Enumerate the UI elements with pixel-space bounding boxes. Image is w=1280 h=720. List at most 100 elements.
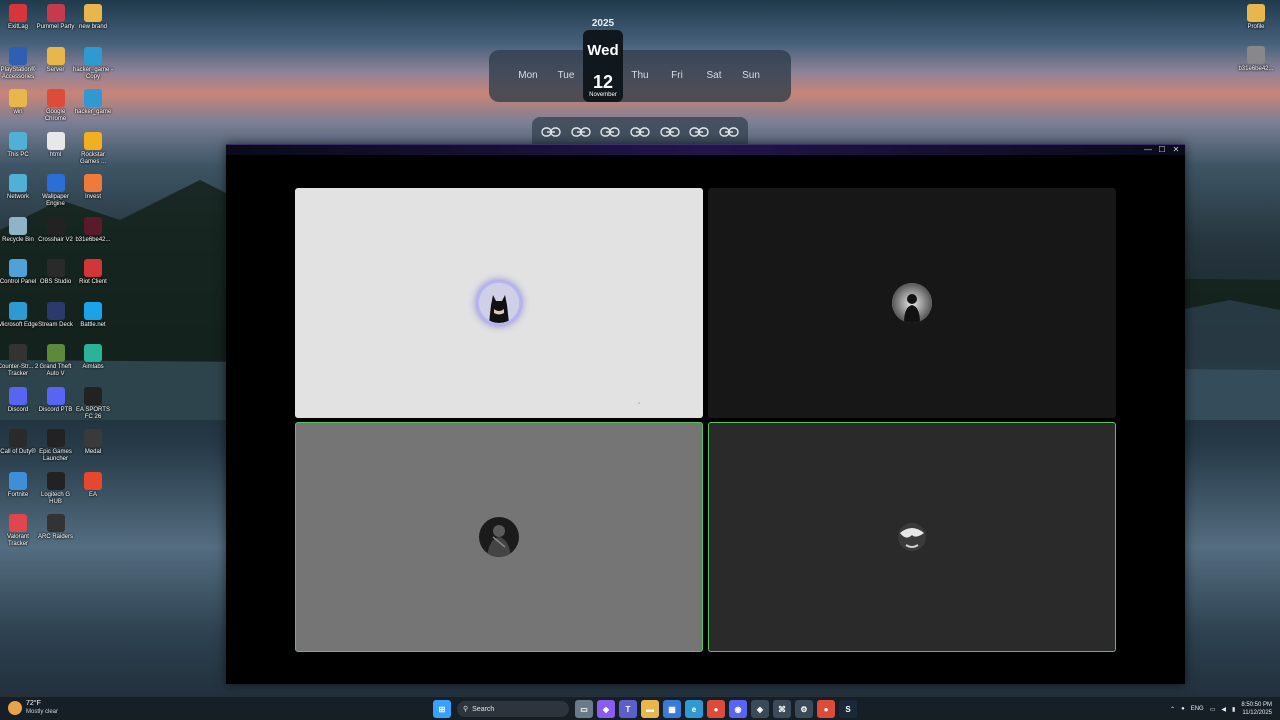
chrome-icon[interactable]: ● — [817, 700, 835, 718]
desktop-icon[interactable]: EA SPORTS FC 26 — [72, 386, 114, 421]
link-icon[interactable] — [689, 126, 710, 138]
desktop-icon[interactable]: Microsoft Edge — [0, 301, 39, 329]
desktop-icon[interactable]: html — [35, 131, 77, 159]
desktop-icon-label: Control Panel — [0, 279, 37, 285]
desktop-icon[interactable]: This PC — [0, 131, 39, 159]
desktop-icon[interactable]: Counter-Str... 2 Tracker — [0, 344, 39, 378]
calendar-today[interactable]: Wed 12 November — [583, 30, 623, 102]
task-view-icon[interactable]: ▭ — [575, 700, 593, 718]
store-icon[interactable]: ▦ — [663, 700, 681, 718]
link-icon[interactable] — [630, 126, 650, 138]
desktop-icon[interactable]: Grand Theft Auto V — [35, 344, 77, 378]
calendar-today-month: November — [589, 92, 617, 98]
desktop-icon[interactable]: Server — [35, 46, 77, 74]
desktop-icon[interactable]: Riot Client — [72, 259, 114, 286]
taskbar-search[interactable]: ⚲ Search — [457, 701, 569, 717]
desktop-icon[interactable]: OBS Studio — [35, 259, 77, 286]
desktop-icon[interactable]: ExitLag — [0, 4, 39, 31]
edge-icon — [84, 89, 102, 107]
desktop-icon-label: Medal — [84, 449, 102, 455]
link-icon[interactable] — [570, 126, 591, 138]
desktop-icon[interactable]: Control Panel — [0, 259, 39, 286]
desktop-icon[interactable]: Invest — [72, 174, 114, 201]
desktop-icon-label: Crosshair V2 — [38, 236, 73, 243]
close-button[interactable]: ✕ — [1169, 145, 1183, 155]
file-explorer-icon[interactable]: ▬ — [641, 700, 659, 718]
teams-icon[interactable]: T — [619, 700, 637, 718]
desktop-icon[interactable]: Valorant Tracker — [0, 514, 39, 548]
copilot-icon[interactable]: ◆ — [597, 700, 615, 718]
desktop-icon[interactable]: EA — [72, 471, 114, 499]
network-icon[interactable]: ▭ — [1210, 706, 1216, 713]
calendar-day-thu[interactable]: Thu — [625, 70, 655, 81]
gamepad-icon[interactable]: ⌘ — [773, 700, 791, 718]
desktop-icon[interactable]: Profile — [1235, 4, 1277, 31]
desktop-icon[interactable]: Medal — [72, 429, 114, 456]
desktop-icon[interactable]: Call of Duty® — [0, 429, 39, 456]
desktop-icon[interactable]: b31e6be42... — [1235, 46, 1277, 73]
discord-icon[interactable]: ◉ — [729, 700, 747, 718]
settings-icon[interactable]: ⚙ — [795, 700, 813, 718]
calendar-day-tue[interactable]: Tue — [551, 70, 581, 81]
desktop-icon[interactable]: win — [0, 89, 39, 116]
desktop-icon-label: Logitech G HUB — [40, 491, 71, 505]
link-icon[interactable] — [600, 126, 620, 138]
desktop-icon[interactable]: Rockstar Games ... — [72, 131, 114, 166]
desktop-icon[interactable]: Stream Deck — [35, 301, 77, 329]
desktop-icon[interactable]: PlayStation® Accessories — [0, 46, 39, 81]
desktop-icon-label: win — [13, 109, 23, 115]
desktop-icon[interactable]: Aimlabs — [72, 344, 114, 371]
desktop-icon[interactable]: ARC Raiders — [35, 514, 77, 541]
chrome-icon[interactable]: ● — [707, 700, 725, 718]
link-icon[interactable] — [541, 126, 561, 138]
wallpaper-engine-icon — [46, 174, 65, 192]
desktop-icon-label: b31e6be42... — [75, 236, 111, 243]
desktop-icon[interactable]: hacker_game - Copy — [72, 46, 114, 81]
edge-icon[interactable]: e — [685, 700, 703, 718]
desktop-icon[interactable]: Logitech G HUB — [35, 471, 77, 506]
language-indicator[interactable]: ENG — [1191, 706, 1204, 712]
participant-tile[interactable] — [708, 188, 1116, 418]
microphone-icon[interactable]: ● — [1181, 706, 1185, 712]
calendar-day-mon[interactable]: Mon — [513, 70, 543, 81]
window-titlebar[interactable]: — ☐ ✕ — [226, 145, 1185, 155]
battery-icon[interactable]: ▮ — [1232, 706, 1235, 713]
desktop-icon[interactable]: Battle.net — [72, 301, 114, 329]
clock[interactable]: 8:50:50 PM 11/12/2025 — [1241, 701, 1272, 717]
search-label: Search — [472, 705, 495, 713]
chevron-up-icon[interactable]: ⌃ — [1170, 706, 1175, 713]
desktop-icon[interactable]: hacker_game — [72, 89, 114, 116]
desktop-icon-label: Google Chrome — [44, 109, 67, 122]
desktop-icon[interactable]: Fortnite — [0, 471, 39, 499]
desktop-icon-label: This PC — [7, 151, 29, 158]
desktop-icon[interactable]: Epic Games Launcher — [35, 429, 77, 463]
desktop-icon[interactable]: Wallpaper Engine — [35, 174, 77, 208]
participant-tile[interactable] — [295, 188, 703, 418]
desktop-icon[interactable]: b31e6be42... — [72, 216, 114, 244]
desktop-icon[interactable]: new brand — [72, 4, 114, 31]
participant-tile[interactable] — [295, 422, 703, 652]
maximize-button[interactable]: ☐ — [1155, 145, 1169, 155]
app-icon[interactable]: ◈ — [751, 700, 769, 718]
windows-start-icon[interactable]: ⊞ — [433, 700, 451, 718]
folder-icon — [84, 4, 102, 22]
desktop-icon[interactable]: Network — [0, 174, 39, 201]
volume-icon[interactable]: ◀ — [1221, 706, 1226, 713]
calendar-day-fri[interactable]: Fri — [662, 70, 692, 81]
desktop-icon[interactable]: Discord — [0, 386, 39, 414]
desktop-icon[interactable]: Discord PTB — [35, 386, 77, 414]
participant-tile[interactable] — [708, 422, 1116, 652]
calendar-day-sat[interactable]: Sat — [699, 70, 729, 81]
link-icon[interactable] — [719, 126, 739, 138]
desktop-icon[interactable]: Google Chrome — [35, 89, 77, 123]
file-icon — [46, 131, 65, 150]
calendar-day-sun[interactable]: Sun — [736, 70, 766, 81]
minimize-button[interactable]: — — [1141, 145, 1155, 155]
desktop-icon[interactable]: Pummel Party — [35, 4, 77, 31]
desktop-icon-label: html — [49, 151, 62, 158]
link-icon[interactable] — [659, 126, 680, 138]
steam-icon[interactable]: S — [839, 700, 857, 718]
weather-widget[interactable]: 72°F Mostly clear — [8, 700, 58, 716]
desktop-icon[interactable]: Crosshair V2 — [35, 216, 77, 244]
desktop-icon[interactable]: Recycle Bin — [0, 216, 39, 244]
